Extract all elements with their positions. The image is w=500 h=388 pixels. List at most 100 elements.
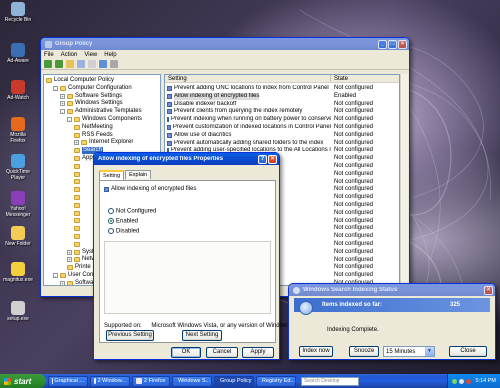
taskbar-button-graphical[interactable]: Graphical ... [48, 375, 88, 387]
collapse-icon[interactable]: - [67, 117, 72, 122]
security-icon[interactable] [465, 378, 471, 384]
search-titlebar[interactable]: Windows Search Indexing Status × [289, 284, 495, 296]
radio-disabled[interactable] [108, 228, 114, 234]
table-row[interactable]: Allow use of diacritics Not configured [165, 132, 399, 139]
tree-node-windows-components[interactable]: - Windows Components [67, 116, 142, 123]
tree-node-blank[interactable] [74, 186, 82, 193]
network-icon[interactable] [451, 378, 457, 384]
tree-node-administrative-templates[interactable]: - Administrative Templates [60, 108, 142, 115]
help-button-icon[interactable]: ? [258, 154, 267, 164]
col-setting[interactable]: Setting [165, 75, 331, 82]
expand-icon[interactable]: + [67, 249, 72, 255]
menu-action[interactable]: Action [61, 52, 78, 58]
close-icon[interactable]: × [484, 285, 493, 295]
back-icon[interactable] [44, 60, 52, 68]
previous-setting-button[interactable]: Previous Setting [106, 330, 154, 341]
desktop-icon-ad-aware[interactable]: Ad-Aware [2, 43, 34, 64]
radio-not-configured[interactable] [108, 208, 114, 214]
up-folder-icon[interactable] [66, 60, 74, 68]
table-row[interactable]: Prevent indexing when running on battery… [165, 116, 399, 123]
table-row[interactable]: Disable indexer backoff Not configured [165, 101, 399, 108]
tree-node-blank[interactable] [74, 241, 82, 248]
tab-setting[interactable]: Setting [99, 170, 125, 180]
tree-node-netmeeting[interactable]: NetMeeting [74, 124, 113, 131]
tree-node-blank[interactable] [74, 163, 82, 170]
expand-icon[interactable]: + [60, 101, 65, 107]
option-not-configured[interactable]: Not Configured [108, 208, 156, 215]
forward-icon[interactable] [55, 60, 63, 68]
tree-node-blank[interactable] [74, 210, 82, 217]
start-button[interactable]: start [0, 374, 46, 388]
gp-titlebar[interactable]: Group Policy _ □ × [41, 38, 409, 50]
option-enabled[interactable]: Enabled [108, 218, 138, 225]
tree-node-rss-feeds[interactable]: RSS Feeds [74, 132, 113, 139]
maximize-icon[interactable]: □ [388, 39, 397, 49]
volume-icon[interactable] [458, 378, 464, 384]
desktop-icon-setup-exe[interactable]: setup.exe [2, 301, 34, 322]
desktop-icon-quicktime-player[interactable]: QuickTime Player [2, 154, 34, 181]
table-row[interactable]: Prevent automatically adding shared fold… [165, 140, 399, 147]
gp-scrollbar[interactable] [400, 74, 408, 286]
minimize-icon[interactable]: _ [378, 39, 387, 49]
tree-node-blank[interactable] [74, 202, 82, 209]
option-disabled[interactable]: Disabled [108, 228, 139, 235]
chevron-down-icon[interactable]: ▼ [425, 347, 434, 356]
close-icon[interactable]: × [268, 154, 277, 164]
tree-node-netw[interactable]: + Netw [67, 256, 96, 263]
collapse-icon[interactable]: - [53, 273, 58, 278]
next-setting-button[interactable]: Next Setting [182, 330, 222, 341]
taskbar-button-group-policy[interactable]: Group Policy [214, 375, 254, 387]
export-list-icon[interactable] [88, 60, 96, 68]
desktop-icon-yahoo-messenger[interactable]: Yahoo! Messenger [2, 191, 34, 218]
desktop-icon-magnitux-exe[interactable]: magnitux.exe [2, 262, 34, 283]
apply-button[interactable]: Apply [242, 347, 274, 358]
show-tree-icon[interactable] [77, 60, 85, 68]
radio-enabled[interactable] [108, 218, 114, 224]
desktop-icon-mozilla-firefox[interactable]: Mozilla Firefox [2, 117, 34, 144]
close-button[interactable]: Close [449, 346, 487, 357]
tree-node-blank[interactable] [74, 171, 82, 178]
tree-node-blank[interactable] [74, 194, 82, 201]
tree-node-windows-settings[interactable]: + Windows Settings [60, 100, 123, 107]
tree-node-blank[interactable] [74, 225, 82, 232]
index-now-button[interactable]: Index now [299, 346, 333, 357]
help-icon[interactable] [99, 60, 107, 68]
tree-node-blank[interactable] [74, 217, 82, 224]
expand-icon[interactable]: + [74, 140, 79, 146]
table-row[interactable]: Allow indexing of encrypted files Enabled [165, 92, 399, 100]
tab-explain[interactable]: Explain [125, 170, 152, 179]
tree-node-blank[interactable] [74, 178, 82, 185]
tree-node-local-computer-policy[interactable]: Local Computer Policy [46, 77, 114, 84]
snooze-button[interactable]: Snooze [349, 346, 379, 357]
col-state[interactable]: State [331, 75, 399, 82]
properties-icon[interactable] [110, 60, 118, 68]
expand-icon[interactable]: + [60, 93, 65, 99]
tree-node-internet-explorer[interactable]: + Internet Explorer [74, 139, 133, 146]
collapse-icon[interactable]: - [60, 109, 65, 115]
ok-button[interactable]: OK [171, 347, 201, 358]
menu-view[interactable]: View [84, 52, 97, 58]
desktop-icon-new-folder[interactable]: New Folder [2, 226, 34, 247]
menu-help[interactable]: Help [104, 52, 116, 58]
taskbar-button-windows-s[interactable]: Windows S... [172, 375, 212, 387]
desktop-icon-ad-watch[interactable]: Ad-Watch [2, 80, 34, 101]
snooze-duration-select[interactable]: 15 Minutes ▼ [383, 346, 435, 357]
table-row[interactable]: Prevent customization of indexed locatio… [165, 124, 399, 131]
taskbar-button-2-firefox[interactable]: 2 Firefox [132, 375, 170, 387]
taskbar-button-2-window[interactable]: 2 Window... [90, 375, 130, 387]
expand-icon[interactable]: + [67, 257, 72, 263]
tree-node-software-settings[interactable]: + Software Settings [60, 93, 122, 100]
table-row[interactable]: Prevent clients from querying the index … [165, 108, 399, 115]
expand-icon[interactable]: + [60, 280, 65, 285]
menu-file[interactable]: File [44, 52, 54, 58]
taskbar-button-registry-ed[interactable]: Registry Ed... [256, 375, 296, 387]
desktop-search-input[interactable]: Search Desktop [301, 376, 359, 386]
collapse-icon[interactable]: - [53, 85, 58, 91]
close-icon[interactable]: × [398, 39, 407, 49]
tree-node-printe[interactable]: Printe [67, 264, 91, 271]
props-titlebar[interactable]: Allow indexing of encrypted files Proper… [94, 153, 279, 165]
desktop-icon-recycle-bin[interactable]: Recycle Bin [2, 2, 34, 23]
tree-node-blank[interactable] [74, 233, 82, 240]
table-row[interactable]: Prevent adding UNC locations to index fr… [165, 85, 399, 92]
tree-node-computer-configuration[interactable]: - Computer Configuration [53, 85, 132, 92]
